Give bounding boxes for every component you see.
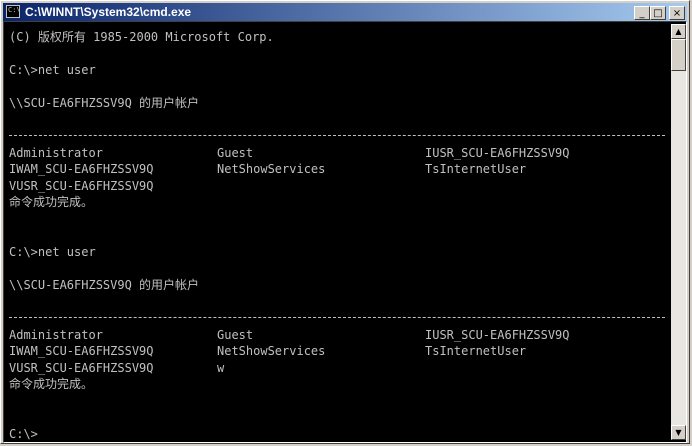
user-name: Guest [217,146,254,160]
success-message: 命令成功完成。 [9,195,94,209]
vertical-scrollbar[interactable]: ▲ ▼ [671,24,686,440]
table-row: VUSR_SCU-EA6FHZSSV9Q w [9,360,665,376]
divider-line [9,135,665,136]
console-output[interactable]: (C) 版权所有 1985-2000 Microsoft Corp. C:\>n… [6,24,669,440]
table-row: VUSR_SCU-EA6FHZSSV9Q [9,178,665,194]
maximize-icon: □ [653,7,663,19]
window-title: C:\WINNT\System32\cmd.exe [25,5,192,19]
user-name: VUSR_SCU-EA6FHZSSV9Q [9,361,154,375]
scroll-down-button[interactable]: ▼ [671,425,686,440]
chevron-up-icon: ▲ [675,27,682,36]
command-prompt[interactable]: C:\> [9,426,46,440]
user-name: TsInternetUser [425,162,527,176]
user-name: NetShowServices [217,344,326,358]
cmd-window: C:\ C:\WINNT\System32\cmd.exe _ □ × (C) … [0,0,690,444]
user-accounts-header: \\SCU-EA6FHZSSV9Q 的用户帐户 [9,96,200,110]
scroll-thumb[interactable] [671,39,686,71]
user-name: IWAM_SCU-EA6FHZSSV9Q [9,162,154,176]
user-name: IWAM_SCU-EA6FHZSSV9Q [9,344,154,358]
table-row: IWAM_SCU-EA6FHZSSV9Q NetShowServices TsI… [9,161,665,177]
command-line: C:\>net user [9,245,96,259]
prompt-text: C:\> [9,427,38,440]
user-name: TsInternetUser [425,344,527,358]
close-icon: × [672,7,682,19]
maximize-button[interactable]: □ [650,6,666,20]
minimize-icon: _ [639,7,645,19]
user-name: Guest [217,328,254,342]
console-client-area: (C) 版权所有 1985-2000 Microsoft Corp. C:\>n… [3,21,687,443]
minimize-button[interactable]: _ [634,6,650,20]
table-row: Administrator Guest IUSR_SCU-EA6FHZSSV9Q [9,327,665,343]
cmd-icon[interactable]: C:\ [6,5,21,18]
divider-line [9,317,665,318]
user-name: IUSR_SCU-EA6FHZSSV9Q [425,328,570,342]
title-bar[interactable]: C:\ C:\WINNT\System32\cmd.exe _ □ × [3,3,687,21]
success-message: 命令成功完成。 [9,377,94,391]
user-name: Administrator [9,146,103,160]
user-name: NetShowServices [217,162,326,176]
scroll-up-button[interactable]: ▲ [671,24,686,39]
user-name: IUSR_SCU-EA6FHZSSV9Q [425,146,570,160]
command-line: C:\>net user [9,63,96,77]
user-name: w [217,361,225,375]
cmd-icon-glyph: C:\ [8,6,21,14]
copyright-line: (C) 版权所有 1985-2000 Microsoft Corp. [9,30,274,44]
close-button[interactable]: × [669,6,685,20]
user-name: VUSR_SCU-EA6FHZSSV9Q [9,179,154,193]
table-row: IWAM_SCU-EA6FHZSSV9Q NetShowServices TsI… [9,343,665,359]
table-row: Administrator Guest IUSR_SCU-EA6FHZSSV9Q [9,145,665,161]
user-accounts-header: \\SCU-EA6FHZSSV9Q 的用户帐户 [9,278,200,292]
user-name: Administrator [9,328,103,342]
chevron-down-icon: ▼ [675,428,682,437]
